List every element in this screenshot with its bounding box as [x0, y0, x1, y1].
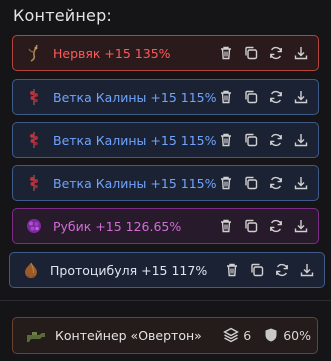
copy-icon[interactable] [240, 172, 262, 194]
root-icon [23, 42, 45, 64]
shield-value: 60% [283, 327, 311, 343]
refresh-icon[interactable] [265, 172, 287, 194]
item-label: Ветка Калины +15 115% [53, 175, 217, 191]
refresh-icon[interactable] [271, 259, 293, 281]
slot-item-3[interactable]: Ветка Калины +15 115% [12, 122, 319, 158]
slot-item-1[interactable]: Нервяк +15 135% [12, 35, 319, 71]
refresh-icon[interactable] [265, 42, 287, 64]
copy-icon[interactable] [240, 42, 262, 64]
download-icon[interactable] [296, 259, 318, 281]
shield-icon [263, 327, 279, 343]
layers-count: 6 [243, 327, 252, 343]
trash-icon[interactable] [215, 42, 237, 64]
download-icon[interactable] [290, 86, 312, 108]
refresh-icon[interactable] [265, 86, 287, 108]
download-icon[interactable] [290, 215, 312, 237]
slot-item-6[interactable]: Протоцибуля +15 117% [9, 252, 325, 288]
item-label: Протоцибуля +15 117% [50, 262, 208, 278]
copy-icon[interactable] [240, 129, 262, 151]
footer-label: Контейнер «Овертон» [55, 328, 202, 343]
trash-icon[interactable] [215, 129, 237, 151]
container-gun-icon [25, 325, 47, 347]
trash-icon[interactable] [215, 215, 237, 237]
container-title: Контейнер: [13, 6, 113, 25]
download-icon[interactable] [290, 172, 312, 194]
container-footer[interactable]: Контейнер «Овертон» 6 60% [12, 317, 318, 354]
download-icon[interactable] [290, 42, 312, 64]
ruby-cube-icon [23, 215, 45, 237]
refresh-icon[interactable] [265, 215, 287, 237]
trash-icon[interactable] [221, 259, 243, 281]
item-label: Ветка Калины +15 115% [53, 89, 217, 105]
berry-branch-icon [23, 129, 45, 151]
copy-icon[interactable] [240, 86, 262, 108]
item-label: Нервяк +15 135% [53, 45, 171, 61]
trash-icon[interactable] [215, 172, 237, 194]
slot-item-4[interactable]: Ветка Калины +15 115% [12, 165, 319, 201]
refresh-icon[interactable] [265, 129, 287, 151]
slot-item-5[interactable]: Рубик +15 126.65% [12, 208, 319, 244]
onion-bulb-icon [20, 259, 42, 281]
item-label: Рубик +15 126.65% [53, 218, 182, 234]
copy-icon[interactable] [240, 215, 262, 237]
divider [0, 300, 331, 301]
layers-icon [223, 327, 240, 343]
berry-branch-icon [23, 172, 45, 194]
item-label: Ветка Калины +15 115% [53, 132, 217, 148]
berry-branch-icon [23, 86, 45, 108]
download-icon[interactable] [290, 129, 312, 151]
slot-item-2[interactable]: Ветка Калины +15 115% [12, 79, 319, 115]
trash-icon[interactable] [215, 86, 237, 108]
copy-icon[interactable] [246, 259, 268, 281]
